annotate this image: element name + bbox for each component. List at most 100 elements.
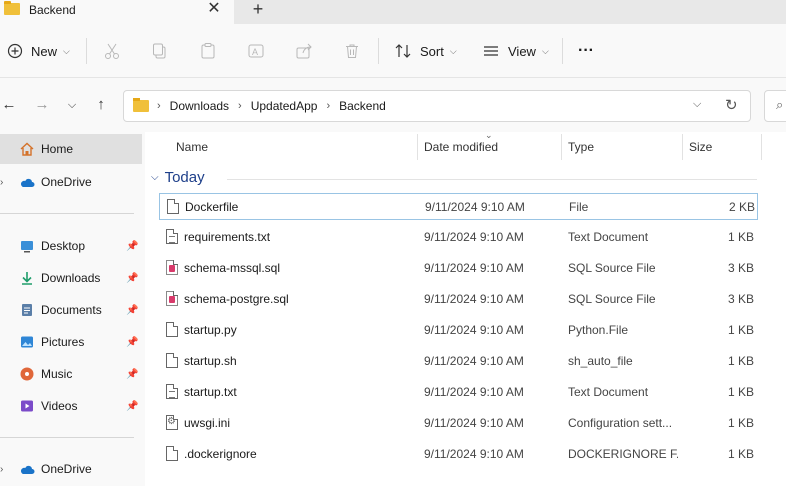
- refresh-icon[interactable]: ↻: [725, 96, 738, 114]
- rename-button[interactable]: A: [247, 36, 265, 66]
- cut-button[interactable]: [103, 36, 121, 66]
- file-type: Text Document: [568, 230, 649, 244]
- copy-button[interactable]: [151, 36, 169, 66]
- column-divider[interactable]: [561, 134, 562, 160]
- file-name: schema-postgre.sql: [184, 292, 289, 306]
- file-type: sh_auto_file: [568, 354, 633, 368]
- file-type: File: [569, 200, 589, 214]
- table-row[interactable]: startup.txt 9/11/2024 9:10 AM Text Documen…: [159, 379, 758, 406]
- column-divider[interactable]: [761, 134, 762, 160]
- address-dropdown-chevron-icon[interactable]: ⌵: [693, 98, 701, 111]
- sidebar-item-onedrive-2[interactable]: › OneDrive: [0, 454, 142, 484]
- sql-file-icon: [166, 260, 178, 275]
- chevron-down-icon: ⌵: [541, 45, 549, 56]
- sidebar-item-pictures[interactable]: Pictures 📌: [0, 327, 142, 357]
- pin-icon[interactable]: 📌: [126, 337, 138, 348]
- share-button[interactable]: [295, 36, 313, 66]
- column-header-name[interactable]: Name: [176, 140, 208, 154]
- pin-icon[interactable]: 📌: [126, 273, 138, 284]
- close-icon[interactable]: ✕: [205, 0, 223, 18]
- column-header-type[interactable]: Type: [568, 140, 594, 154]
- svg-text:A: A: [252, 47, 258, 57]
- sidebar-item-onedrive[interactable]: › OneDrive: [0, 167, 142, 197]
- plus-circle-icon: [7, 43, 23, 59]
- breadcrumb: › Downloads › UpdatedApp › Backend: [157, 99, 386, 113]
- forward-arrow-icon[interactable]: →: [33, 96, 51, 114]
- file-list: Name ⌄ Date modified Type Size ⌵ Today D…: [145, 130, 786, 486]
- desktop-icon: [21, 241, 33, 253]
- cloud-icon: [20, 178, 35, 187]
- table-row[interactable]: Dockerfile 9/11/2024 9:10 AM File 2 KB: [159, 193, 758, 220]
- chevron-right-icon[interactable]: ›: [0, 464, 3, 475]
- sidebar-item-documents[interactable]: Documents 📌: [0, 295, 142, 325]
- more-options-button[interactable]: ···: [578, 36, 594, 66]
- breadcrumb-updatedapp[interactable]: UpdatedApp: [251, 99, 318, 113]
- sidebar-item-music[interactable]: Music 📌: [0, 359, 142, 389]
- file-name: .dockerignore: [184, 447, 257, 461]
- sidebar-item-desktop[interactable]: Desktop 📌: [0, 231, 142, 261]
- delete-button[interactable]: [343, 36, 361, 66]
- breadcrumb-backend[interactable]: Backend: [339, 99, 386, 113]
- home-icon: [20, 142, 34, 156]
- file-date-modified: 9/11/2024 9:10 AM: [424, 323, 524, 337]
- recent-locations-chevron-icon[interactable]: ⌵: [63, 96, 81, 114]
- column-header-date[interactable]: Date modified: [424, 140, 498, 154]
- sort-button[interactable]: Sort ⌵: [394, 36, 457, 66]
- view-lines-icon: [484, 46, 498, 56]
- file-type: DOCKERIGNORE F...: [568, 447, 678, 461]
- divider: [0, 437, 134, 438]
- file-date-modified: 9/11/2024 9:10 AM: [424, 292, 524, 306]
- table-row[interactable]: schema-mssql.sql 9/11/2024 9:10 AM SQL Sou…: [159, 255, 758, 282]
- divider: [86, 38, 87, 64]
- group-label: Today: [164, 169, 205, 186]
- pin-icon[interactable]: 📌: [126, 369, 138, 380]
- column-header-size[interactable]: Size: [689, 140, 712, 154]
- view-button[interactable]: View ⌵: [482, 36, 549, 66]
- pin-icon[interactable]: 📌: [126, 241, 138, 252]
- document-icon: [22, 304, 32, 316]
- file-size: 1 KB: [727, 447, 754, 461]
- table-row[interactable]: startup.py 9/11/2024 9:10 AM Python.File 1 …: [159, 317, 758, 344]
- column-divider[interactable]: [417, 134, 418, 160]
- sidebar-label: Videos: [41, 399, 78, 413]
- table-row[interactable]: startup.sh 9/11/2024 9:10 AM sh_auto_file 1…: [159, 348, 758, 375]
- search-input[interactable]: ⌕: [764, 90, 786, 122]
- sidebar-label: Downloads: [41, 271, 101, 285]
- sidebar-item-downloads[interactable]: Downloads 📌: [0, 263, 142, 293]
- table-row[interactable]: .dockerignore 9/11/2024 9:10 AM DOCKERIGNO…: [159, 441, 758, 468]
- address-bar[interactable]: › Downloads › UpdatedApp › Backend ⌵ ↻: [123, 90, 751, 122]
- table-row[interactable]: schema-postgre.sql 9/11/2024 9:10 AM SQL S…: [159, 286, 758, 313]
- table-row[interactable]: requirements.txt 9/11/2024 9:10 AM Text Do…: [159, 224, 758, 251]
- chevron-down-icon: ⌵: [151, 172, 159, 183]
- paste-button[interactable]: [199, 36, 217, 66]
- up-arrow-icon[interactable]: ↑: [92, 96, 110, 114]
- sidebar-label: Desktop: [41, 239, 86, 253]
- download-icon: [22, 272, 32, 285]
- back-arrow-icon[interactable]: ←: [0, 96, 18, 114]
- pin-icon[interactable]: 📌: [126, 305, 138, 316]
- navigation-pane: Home › OneDrive Desktop 📌 Downloads 📌 Do…: [0, 132, 145, 486]
- pictures-icon: [21, 336, 33, 348]
- tab-backend[interactable]: Backend ✕: [0, 0, 234, 24]
- new-button[interactable]: New ⌵: [7, 36, 70, 66]
- breadcrumb-downloads[interactable]: Downloads: [170, 99, 229, 113]
- sidebar-item-home[interactable]: Home: [0, 134, 142, 164]
- more-dots-icon: ···: [578, 42, 594, 59]
- new-tab-plus-icon[interactable]: +: [249, 0, 267, 19]
- blank-file-icon: [166, 322, 178, 337]
- sidebar-label: Music: [41, 367, 73, 381]
- file-type: Python.File: [568, 323, 629, 337]
- column-divider[interactable]: [682, 134, 683, 160]
- file-name: startup.txt: [184, 385, 237, 399]
- chevron-right-icon[interactable]: ›: [0, 177, 3, 188]
- file-name: requirements.txt: [184, 230, 271, 244]
- chevron-right-icon: ›: [238, 100, 242, 112]
- sidebar-item-videos[interactable]: Videos 📌: [0, 391, 142, 421]
- file-name: startup.sh: [184, 354, 237, 368]
- file-date-modified: 9/11/2024 9:10 AM: [425, 200, 525, 214]
- table-row[interactable]: uwsgi.ini 9/11/2024 9:10 AM Configuration …: [159, 410, 758, 437]
- group-header-today[interactable]: ⌵ Today: [151, 169, 205, 186]
- clipboard-icon: [201, 43, 215, 59]
- file-name: Dockerfile: [185, 200, 239, 214]
- pin-icon[interactable]: 📌: [126, 401, 138, 412]
